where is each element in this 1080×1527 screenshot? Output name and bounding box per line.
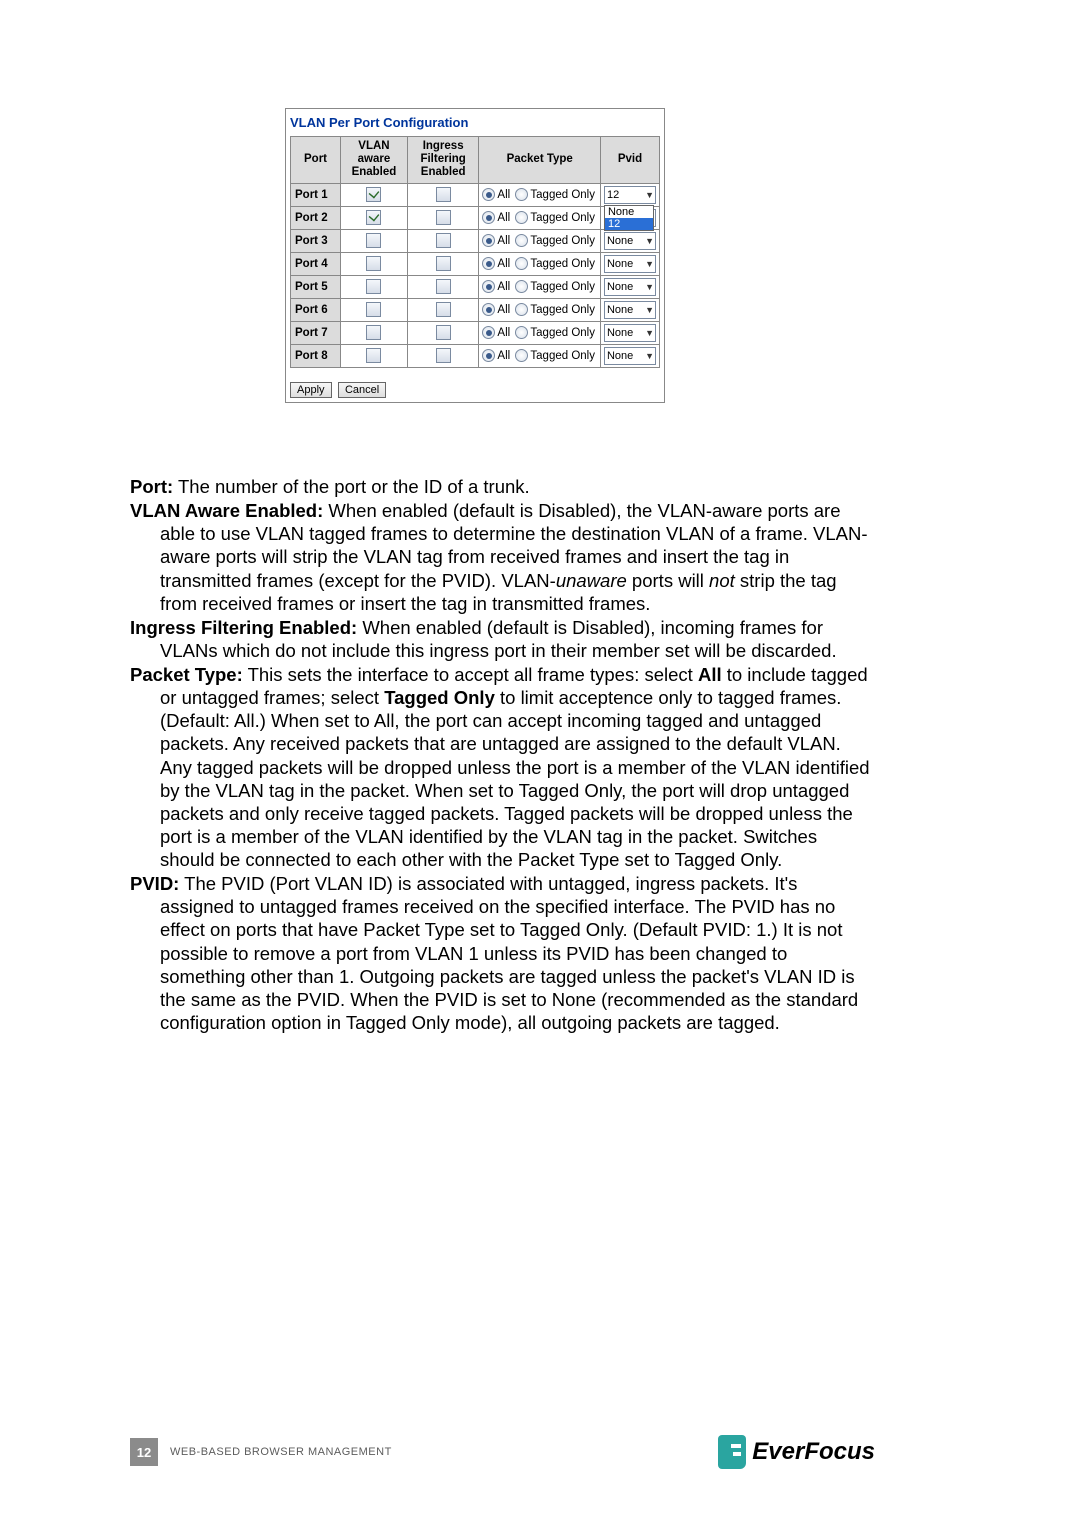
vlan-config-panel: VLAN Per Port Configuration Port VLAN aw… (285, 108, 665, 403)
cancel-button[interactable]: Cancel (338, 382, 386, 398)
packet-type-tagged-radio[interactable] (515, 326, 528, 339)
packet-type-all-radio[interactable] (482, 257, 495, 270)
pvid-select[interactable]: None▼ (604, 232, 656, 250)
brand-logo: EverFocus (718, 1435, 875, 1469)
pvid-select[interactable]: 12▼ (604, 186, 656, 204)
definitions: Port: The number of the port or the ID o… (130, 475, 875, 1035)
vlan-aware-checkbox[interactable] (366, 233, 381, 248)
packet-type-tagged-radio[interactable] (515, 211, 528, 224)
port-cell: Port 4 (291, 252, 341, 275)
vlan-aware-checkbox[interactable] (366, 325, 381, 340)
ingress-checkbox[interactable] (436, 348, 451, 363)
port-cell: Port 5 (291, 275, 341, 298)
vlan-aware-checkbox[interactable] (366, 256, 381, 271)
chevron-down-icon: ▼ (645, 305, 654, 315)
packet-type-tagged-radio[interactable] (515, 234, 528, 247)
ingress-checkbox[interactable] (436, 302, 451, 317)
def-vlan-aware: VLAN Aware Enabled: When enabled (defaul… (130, 499, 875, 615)
pvid-select[interactable]: None▼ (604, 347, 656, 365)
col-port: Port (291, 137, 341, 184)
chevron-down-icon: ▼ (645, 328, 654, 338)
ingress-checkbox[interactable] (436, 279, 451, 294)
ingress-checkbox[interactable] (436, 233, 451, 248)
packet-type-all-radio[interactable] (482, 211, 495, 224)
vlan-aware-checkbox[interactable] (366, 302, 381, 317)
table-row: Port 6All Tagged OnlyNone▼ (291, 298, 660, 321)
apply-button[interactable]: Apply (290, 382, 332, 398)
col-pvid: Pvid (600, 137, 659, 184)
chevron-down-icon: ▼ (645, 282, 654, 292)
pvid-select[interactable]: None▼ (604, 324, 656, 342)
table-row: Port 3All Tagged OnlyNone▼ (291, 229, 660, 252)
footer-section-label: WEB-BASED BROWSER MANAGEMENT (170, 1446, 392, 1458)
table-row: Port 4All Tagged OnlyNone▼ (291, 252, 660, 275)
table-row: Port 1All Tagged Only12▼None12 (291, 183, 660, 206)
col-aware: VLAN aware Enabled (341, 137, 408, 184)
brand-name: EverFocus (752, 1438, 875, 1466)
packet-type-all-radio[interactable] (482, 188, 495, 201)
packet-type-tagged-radio[interactable] (515, 303, 528, 316)
vlan-table: Port VLAN aware Enabled Ingress Filterin… (290, 136, 660, 368)
vlan-aware-checkbox[interactable] (366, 279, 381, 294)
port-cell: Port 2 (291, 206, 341, 229)
col-ptype: Packet Type (479, 137, 601, 184)
pvid-select[interactable]: None▼ (604, 255, 656, 273)
packet-type-tagged-radio[interactable] (515, 349, 528, 362)
chevron-down-icon: ▼ (645, 351, 654, 361)
def-ingress: Ingress Filtering Enabled: When enabled … (130, 616, 875, 662)
port-cell: Port 3 (291, 229, 341, 252)
def-pvid: PVID: The PVID (Port VLAN ID) is associa… (130, 872, 875, 1034)
vlan-aware-checkbox[interactable] (366, 348, 381, 363)
packet-type-all-radio[interactable] (482, 326, 495, 339)
def-port: Port: The number of the port or the ID o… (130, 475, 875, 498)
vlan-aware-checkbox[interactable] (366, 210, 381, 225)
ingress-checkbox[interactable] (436, 325, 451, 340)
pvid-select[interactable]: None▼ (604, 278, 656, 296)
packet-type-tagged-radio[interactable] (515, 280, 528, 293)
packet-type-all-radio[interactable] (482, 303, 495, 316)
ingress-checkbox[interactable] (436, 256, 451, 271)
pvid-option[interactable]: 12 (605, 218, 653, 230)
pvid-dropdown[interactable]: None12 (604, 205, 654, 231)
brand-mark-icon (718, 1435, 746, 1469)
packet-type-tagged-radio[interactable] (515, 188, 528, 201)
chevron-down-icon: ▼ (645, 259, 654, 269)
table-row: Port 5All Tagged OnlyNone▼ (291, 275, 660, 298)
vlan-aware-checkbox[interactable] (366, 187, 381, 202)
port-cell: Port 1 (291, 183, 341, 206)
def-packet-type: Packet Type: This sets the interface to … (130, 663, 875, 871)
packet-type-all-radio[interactable] (482, 349, 495, 362)
port-cell: Port 6 (291, 298, 341, 321)
ingress-checkbox[interactable] (436, 210, 451, 225)
ingress-checkbox[interactable] (436, 187, 451, 202)
packet-type-all-radio[interactable] (482, 280, 495, 293)
col-ingress: Ingress Filtering Enabled (407, 137, 479, 184)
chevron-down-icon: ▼ (645, 236, 654, 246)
page-footer: 12 WEB-BASED BROWSER MANAGEMENT EverFocu… (130, 1435, 875, 1469)
port-cell: Port 8 (291, 344, 341, 367)
packet-type-all-radio[interactable] (482, 234, 495, 247)
chevron-down-icon: ▼ (645, 190, 654, 200)
pvid-option[interactable]: None (605, 206, 653, 218)
page-number: 12 (130, 1438, 158, 1466)
panel-title: VLAN Per Port Configuration (286, 109, 664, 136)
port-cell: Port 7 (291, 321, 341, 344)
table-row: Port 7All Tagged OnlyNone▼ (291, 321, 660, 344)
packet-type-tagged-radio[interactable] (515, 257, 528, 270)
table-row: Port 8All Tagged OnlyNone▼ (291, 344, 660, 367)
pvid-select[interactable]: None▼ (604, 301, 656, 319)
